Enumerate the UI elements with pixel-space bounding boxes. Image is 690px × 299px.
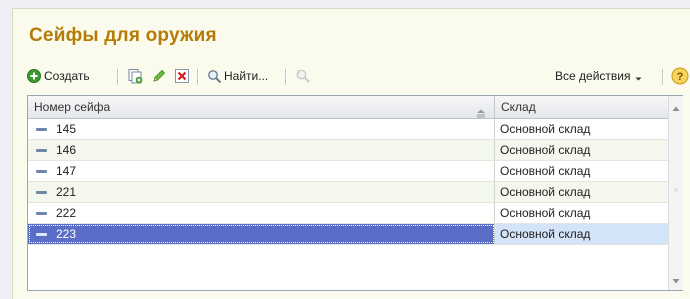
row-dash-icon — [36, 233, 47, 237]
warehouse-cell[interactable]: Основной склад — [495, 224, 668, 244]
number-value: 147 — [56, 164, 77, 178]
number-cell[interactable]: 222 — [28, 203, 495, 223]
number-cell[interactable]: 146 — [28, 140, 495, 160]
all-actions-label: Все действия — [555, 69, 631, 83]
edit-button[interactable] — [151, 65, 167, 87]
number-cell[interactable]: 221 — [28, 182, 495, 202]
number-cell[interactable]: 223 — [28, 224, 495, 244]
help-glyph: ? — [677, 71, 684, 83]
row-dash-icon — [36, 128, 47, 132]
warehouse-cell[interactable]: Основной склад — [495, 203, 668, 223]
delete-button[interactable] — [174, 65, 190, 87]
column-header-warehouse[interactable]: Склад — [495, 96, 668, 118]
row-dash-icon — [36, 149, 47, 153]
toolbar-separator — [285, 69, 287, 85]
number-cell[interactable]: 145 — [28, 119, 495, 139]
find-icon — [207, 69, 222, 84]
toolbar: Создать Найти... Все действия ? — [27, 65, 690, 89]
warehouse-cell[interactable]: Основной склад — [495, 119, 668, 139]
safes-table[interactable]: Номер сейфа Склад 145 Основной склад 146… — [27, 95, 683, 291]
help-icon: ? — [671, 67, 689, 85]
cancel-find-icon — [295, 68, 311, 84]
all-actions-menu[interactable]: Все действия — [555, 65, 643, 87]
sort-icon — [476, 103, 486, 118]
toolbar-separator — [662, 69, 664, 85]
warehouse-cell[interactable]: Основной склад — [495, 140, 668, 160]
toolbar-separator — [117, 69, 119, 85]
warehouse-cell[interactable]: Основной склад — [495, 161, 668, 181]
table-row[interactable]: 222 Основной склад — [28, 203, 668, 224]
create-label: Создать — [44, 69, 90, 83]
table-row-selected[interactable]: 223 Основной склад — [28, 224, 668, 245]
copy-icon — [127, 68, 143, 84]
scroll-down-icon[interactable] — [672, 274, 680, 284]
scroll-thumb-grip[interactable] — [674, 188, 678, 192]
number-cell[interactable]: 147 — [28, 161, 495, 181]
find-label: Найти... — [224, 69, 269, 83]
row-dash-icon — [36, 170, 47, 174]
column-header-number-label: Номер сейфа — [34, 100, 111, 114]
copy-button[interactable] — [127, 65, 143, 87]
cancel-find-button[interactable] — [295, 65, 311, 87]
number-value: 145 — [56, 122, 77, 136]
chevron-down-icon — [634, 72, 643, 81]
find-button[interactable]: Найти... — [207, 65, 268, 87]
vertical-scrollbar[interactable] — [668, 96, 683, 290]
delete-icon — [174, 68, 190, 84]
page-title: Сейфы для оружия — [29, 25, 217, 46]
table-row[interactable]: 146 Основной склад — [28, 140, 668, 161]
row-dash-icon — [36, 212, 47, 216]
table-row[interactable]: 147 Основной склад — [28, 161, 668, 182]
table-header: Номер сейфа Склад — [28, 96, 668, 119]
add-circle-icon — [27, 69, 41, 83]
number-value: 222 — [56, 206, 77, 220]
row-dash-icon — [36, 191, 47, 195]
column-header-warehouse-label: Склад — [501, 100, 536, 114]
number-value: 221 — [56, 185, 77, 199]
table-row[interactable]: 145 Основной склад — [28, 119, 668, 140]
warehouse-cell[interactable]: Основной склад — [495, 182, 668, 202]
column-header-number[interactable]: Номер сейфа — [28, 96, 495, 118]
scroll-up-icon[interactable] — [672, 102, 680, 111]
toolbar-separator — [197, 69, 199, 85]
table-row[interactable]: 221 Основной склад — [28, 182, 668, 203]
create-button[interactable]: Создать — [27, 65, 90, 87]
number-value: 223 — [56, 227, 77, 241]
list-window: Сейфы для оружия Создать Найти... Все де… — [12, 8, 690, 299]
edit-pencil-icon — [151, 68, 167, 84]
number-value: 146 — [56, 143, 77, 157]
help-button[interactable]: ? — [671, 65, 689, 87]
